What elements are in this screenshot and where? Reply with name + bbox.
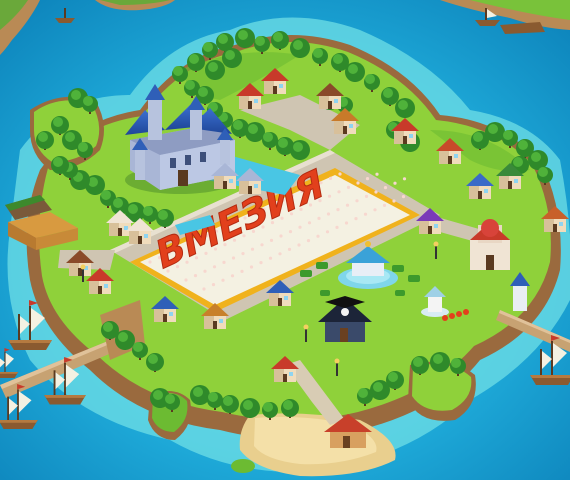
flower: [392, 199, 396, 203]
flower: [297, 243, 301, 247]
flower: [346, 185, 351, 189]
flower: [356, 181, 360, 185]
flower: [393, 181, 397, 185]
flower: [298, 225, 302, 229]
flower: [202, 287, 206, 291]
flower: [221, 278, 225, 282]
flower: [287, 247, 292, 251]
flower: [365, 177, 370, 181]
flower: [211, 283, 216, 287]
game-scene: ВМЕЗИЯ: [0, 0, 570, 480]
flower: [307, 221, 312, 225]
tree: [345, 62, 365, 82]
flower: [374, 190, 378, 194]
flower: [184, 278, 188, 282]
flower: [355, 199, 359, 203]
tree: [485, 122, 505, 142]
flower: [344, 221, 349, 225]
flower: [326, 212, 331, 216]
tree: [240, 398, 260, 418]
tree: [430, 352, 450, 372]
flower: [401, 195, 406, 199]
flower: [259, 261, 263, 265]
flower: [373, 208, 377, 212]
flower: [336, 208, 340, 212]
tree: [395, 98, 415, 118]
flower: [260, 243, 264, 247]
flower: [288, 230, 293, 234]
flower: [193, 274, 198, 278]
flower: [345, 203, 350, 207]
flower: [325, 230, 330, 234]
tree: [190, 385, 210, 405]
flower: [250, 247, 255, 251]
flower: [241, 252, 245, 256]
tree: [290, 38, 310, 58]
flower: [230, 274, 235, 278]
tree: [115, 330, 135, 350]
flower: [354, 217, 358, 221]
flower: [337, 190, 341, 194]
tree: [370, 380, 390, 400]
flower: [240, 269, 244, 273]
flower: [364, 194, 369, 198]
flower: [306, 239, 311, 243]
tree: [235, 28, 255, 48]
flower: [382, 203, 387, 207]
tree: [245, 122, 265, 142]
flower: [402, 177, 407, 181]
flower: [279, 234, 283, 238]
tiny-islet: [231, 459, 255, 473]
flower: [249, 265, 254, 269]
flower: [338, 172, 342, 176]
island-map: ВМЕЗИЯ: [0, 0, 570, 480]
flower: [268, 256, 273, 260]
flower: [335, 225, 339, 229]
flower: [212, 265, 217, 269]
flower: [363, 212, 368, 216]
flower: [231, 256, 236, 260]
flower: [317, 216, 321, 220]
flower: [278, 252, 282, 256]
flower: [316, 234, 320, 238]
tree: [290, 140, 310, 160]
flower: [148, 260, 152, 264]
flower: [383, 186, 388, 190]
tree: [222, 48, 242, 68]
flower: [222, 260, 226, 264]
flower: [375, 172, 379, 176]
flower: [269, 238, 274, 242]
tree: [205, 60, 225, 80]
flower: [328, 176, 333, 180]
flower: [203, 269, 207, 273]
flower: [327, 194, 332, 198]
